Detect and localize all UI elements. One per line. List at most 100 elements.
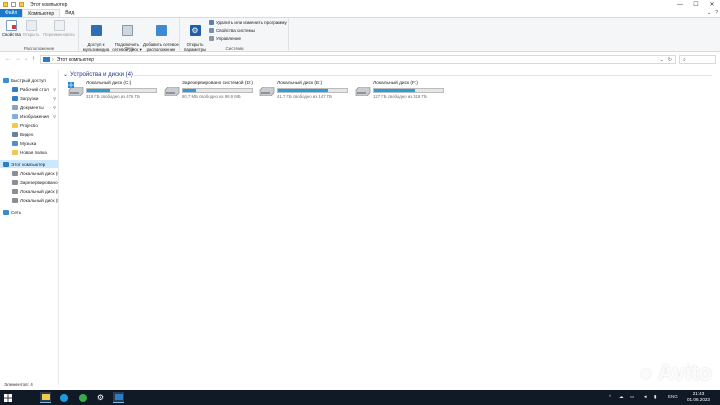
network-drive-icon [121, 25, 133, 36]
drive-icon [12, 188, 18, 194]
notifications-button[interactable] [713, 391, 719, 404]
properties-icon [5, 20, 17, 31]
nav-item[interactable]: Новая папка [0, 148, 58, 156]
tab-view[interactable]: Вид [60, 9, 79, 17]
taskbar-settings[interactable]: ⚙ [95, 392, 106, 403]
manage-icon [209, 36, 214, 41]
nav-item[interactable]: Локальный диск (E:) [0, 187, 58, 195]
taskbar-explorer[interactable] [40, 392, 51, 403]
breadcrumb[interactable]: Этот компьютер [57, 57, 94, 63]
pin-icon: ⚲ [53, 113, 56, 119]
drive-icon [12, 197, 18, 203]
minimize-button[interactable]: — [672, 0, 688, 9]
recent-locations-button[interactable]: ⌄ [24, 56, 28, 62]
properties-icon[interactable] [11, 2, 16, 7]
pin-icon: ⚲ [53, 95, 56, 101]
drive-name: Локальный диск (F:) [373, 81, 418, 86]
onedrive-icon[interactable]: ☁ [619, 394, 624, 400]
computer-icon [114, 394, 123, 400]
drive-tile[interactable]: Локальный диск (F:) 127 ГБ свободно из 31… [355, 81, 445, 101]
battery-icon[interactable]: ▮ [654, 394, 656, 400]
clock-date: 01.06.2023 [687, 397, 710, 402]
nav-item[interactable]: Рабочий стол ⚲ [0, 85, 58, 93]
gear-icon: ⚙ [96, 393, 105, 402]
nav-item[interactable]: Музыка [0, 139, 58, 147]
drive-tile[interactable]: Локальный диск (E:) 41,7 ГБ свободно из 1… [259, 81, 349, 101]
address-bar-row: ← → ⌄ ↑ › Этот компьютер ⌄ ↻ ⌕ [0, 53, 720, 66]
maximize-button[interactable]: ☐ [688, 0, 704, 9]
nav-item[interactable]: Загрузки ⚲ [0, 94, 58, 102]
edge-icon [59, 393, 68, 402]
drive-usage-fill [374, 89, 416, 92]
ribbon-tabs: Файл Компьютер Вид [0, 9, 720, 17]
nav-item-label: Локальный диск (E:) [20, 188, 58, 194]
clock[interactable]: 21:43 01.06.2023 [687, 391, 710, 403]
drive-usage-bar [373, 88, 444, 93]
help-icon[interactable]: ? [715, 10, 718, 16]
folder-icon [3, 2, 8, 7]
nav-item[interactable]: Изображения ⚲ [0, 112, 58, 120]
nav-item[interactable]: Локальный диск (F:) [0, 196, 58, 204]
open-settings-button[interactable]: ⚙ Открыть параметры [183, 20, 207, 57]
nav-item[interactable]: Локальный диск (C:) [0, 169, 58, 177]
pin-icon: ⚲ [53, 86, 56, 92]
refresh-button[interactable]: ↻ [668, 57, 672, 63]
map-network-drive-button[interactable]: Подключить сетевой диск ▾ [112, 20, 142, 57]
folder-icon [41, 394, 50, 400]
add-network-location-button[interactable]: Добавить сетевое расположение [143, 20, 179, 57]
chevron-down-icon[interactable]: ⌄ [707, 10, 711, 16]
nav-item[interactable]: Зарезервировано сист [0, 178, 58, 186]
nav-item[interactable]: Сеть [0, 208, 58, 216]
close-button[interactable]: ✕ [704, 0, 720, 9]
navigation-pane: Быстрый доступ Рабочий стол ⚲ Загрузки ⚲ Доку… [0, 70, 59, 385]
address-dropdown[interactable]: ⌄ [660, 57, 664, 63]
keyboard-language[interactable]: ENG [668, 394, 678, 399]
nav-item[interactable]: Быстрый доступ [0, 76, 58, 84]
rename-icon [53, 20, 65, 31]
tab-file[interactable]: Файл [0, 9, 23, 17]
nav-item[interactable]: Документы ⚲ [0, 103, 58, 111]
network-icon[interactable]: ▭ [630, 394, 634, 400]
tab-computer[interactable]: Компьютер [22, 9, 61, 17]
new-folder-icon[interactable] [19, 2, 24, 7]
network-location-icon [155, 25, 167, 36]
forward-button[interactable]: → [15, 56, 21, 62]
address-bar[interactable]: › Этот компьютер ⌄ ↻ [40, 55, 676, 64]
download-icon [12, 95, 18, 101]
taskbar-app[interactable] [77, 392, 88, 403]
group-label-location: Расположение [23, 46, 55, 51]
search-input[interactable]: ⌕ [679, 55, 716, 64]
taskbar-this-pc[interactable] [113, 392, 124, 403]
nav-item[interactable]: Этот компьютер [0, 160, 58, 168]
start-button[interactable] [2, 392, 13, 403]
nav-item-label: Изображения [20, 113, 49, 119]
back-button[interactable]: ← [5, 56, 11, 62]
group-location: Свойства Открыть Переименовать Расположе… [0, 18, 79, 52]
open-button[interactable]: Открыть [22, 20, 40, 37]
music-icon [12, 140, 18, 146]
app-icon [78, 393, 87, 402]
section-header[interactable]: ⌄ Устройства и диски (4) [63, 71, 133, 79]
tray-chevron-icon[interactable]: ^ [609, 394, 611, 399]
uninstall-program-button[interactable]: Удалить или изменить программу [209, 20, 287, 25]
nav-item-label: Рабочий стол [20, 86, 49, 92]
nav-item[interactable]: Projectio [0, 121, 58, 129]
manage-button[interactable]: Управление [209, 36, 241, 41]
drive-tile[interactable]: Локальный диск (C:) 319 ГБ свободно из 47… [68, 81, 158, 101]
drive-usage-fill [278, 89, 328, 92]
taskbar-edge[interactable] [58, 392, 69, 403]
drive-icon [164, 86, 180, 97]
nav-item-label: Загрузки [20, 95, 39, 101]
system-properties-button[interactable]: Свойства системы [209, 28, 255, 33]
windows-icon [3, 393, 12, 402]
rename-button[interactable]: Переименовать [42, 20, 76, 37]
open-icon [25, 20, 37, 31]
nav-item[interactable]: Видео [0, 130, 58, 138]
volume-icon[interactable]: ◄ [643, 394, 647, 399]
drive-tile[interactable]: Зарезервировано системой (D:) 80,7 МБ сво… [164, 81, 254, 101]
properties-button[interactable]: Свойства [2, 20, 21, 37]
drive-usage-bar [277, 88, 348, 93]
system-icon [209, 28, 214, 33]
drive-icon [68, 82, 84, 97]
up-button[interactable]: ↑ [32, 56, 35, 62]
